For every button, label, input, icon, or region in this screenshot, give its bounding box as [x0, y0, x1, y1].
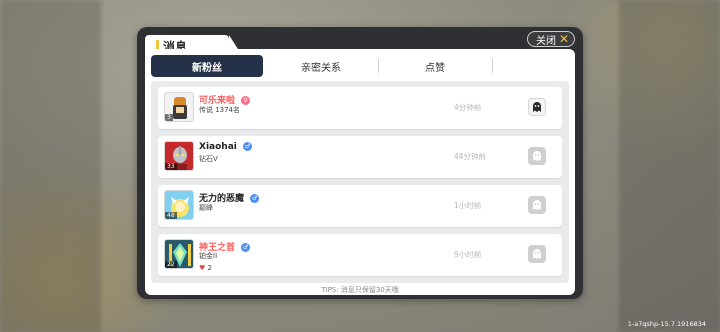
user-name[interactable]: Xiaohai ♂: [199, 142, 252, 152]
tab-bar: 新粉丝 亲密关系 点赞: [151, 55, 569, 77]
user-rank: 铂金II: [199, 252, 218, 260]
follow-back-button[interactable]: [528, 98, 546, 116]
ghost-icon: [533, 200, 541, 210]
list-item[interactable]: 48 无力的恶魔 ♂ 巅峰 1小时前: [158, 185, 562, 227]
message-time: 4分钟前: [454, 103, 482, 112]
male-icon: ♂: [243, 142, 252, 151]
ghost-icon: [533, 249, 541, 259]
message-time: 1小时前: [454, 201, 482, 210]
message-time: 44分钟前: [454, 152, 487, 161]
female-icon: ♀: [241, 96, 251, 105]
avatar-level: 3: [165, 114, 173, 121]
follow-back-button[interactable]: [528, 245, 546, 263]
close-button[interactable]: 关闭 ✕: [527, 31, 575, 47]
heart-icon: ♥: [199, 264, 206, 272]
message-list: 3 可乐来啦 ♀ 传说 1374名 4分钟前 33 Xiaohai ♂ 钻石V …: [151, 81, 569, 283]
user-name-text: Xiaohai: [199, 142, 237, 152]
list-item[interactable]: 3 可乐来啦 ♀ 传说 1374名 4分钟前: [158, 87, 562, 129]
tab-likes[interactable]: 点赞: [379, 55, 491, 77]
avatar[interactable]: 3: [164, 92, 194, 122]
avatar-level: 48: [165, 212, 177, 219]
tab-new-fans[interactable]: 新粉丝: [151, 55, 263, 77]
follow-back-button[interactable]: [528, 147, 546, 165]
version-label: 1-a7qshp-15.7.1916834: [627, 320, 706, 328]
user-rank: 传说 1374名: [199, 106, 241, 114]
tab-intimate[interactable]: 亲密关系: [265, 55, 377, 77]
likes-count: 2: [207, 264, 212, 272]
male-icon: ♂: [241, 243, 251, 252]
ghost-icon: [533, 151, 541, 161]
user-rank: 钻石V: [199, 155, 218, 163]
tab-empty[interactable]: [493, 55, 605, 77]
list-item[interactable]: 33 Xiaohai ♂ 钻石V 44分钟前: [158, 136, 562, 178]
close-label: 关闭: [536, 35, 556, 47]
likes: ♥ 2: [199, 264, 212, 272]
male-icon: ♂: [250, 194, 260, 203]
close-icon: ✕: [558, 32, 569, 46]
ghost-icon: [533, 102, 541, 112]
avatar-level: 33: [165, 163, 177, 170]
user-rank: 巅峰: [199, 204, 213, 212]
avatar-level: 22: [165, 261, 177, 268]
avatar[interactable]: 33: [164, 141, 194, 171]
avatar[interactable]: 48: [164, 190, 194, 220]
messages-dialog: 消息 关闭 ✕ 新粉丝 亲密关系 点赞 3 可乐来啦 ♀ 传说 1374名 4分…: [137, 27, 583, 299]
dialog-content: 新粉丝 亲密关系 点赞 3 可乐来啦 ♀ 传说 1374名 4分钟前 33 Xi…: [145, 49, 575, 295]
avatar[interactable]: 22: [164, 239, 194, 269]
list-item[interactable]: 22 神王之首 ♂ 铂金II ♥ 2 9小时前: [158, 234, 562, 276]
follow-back-button[interactable]: [528, 196, 546, 214]
message-time: 9小时前: [454, 250, 482, 259]
tips-text: TIPS: 消息只保留30天哦: [321, 286, 399, 294]
